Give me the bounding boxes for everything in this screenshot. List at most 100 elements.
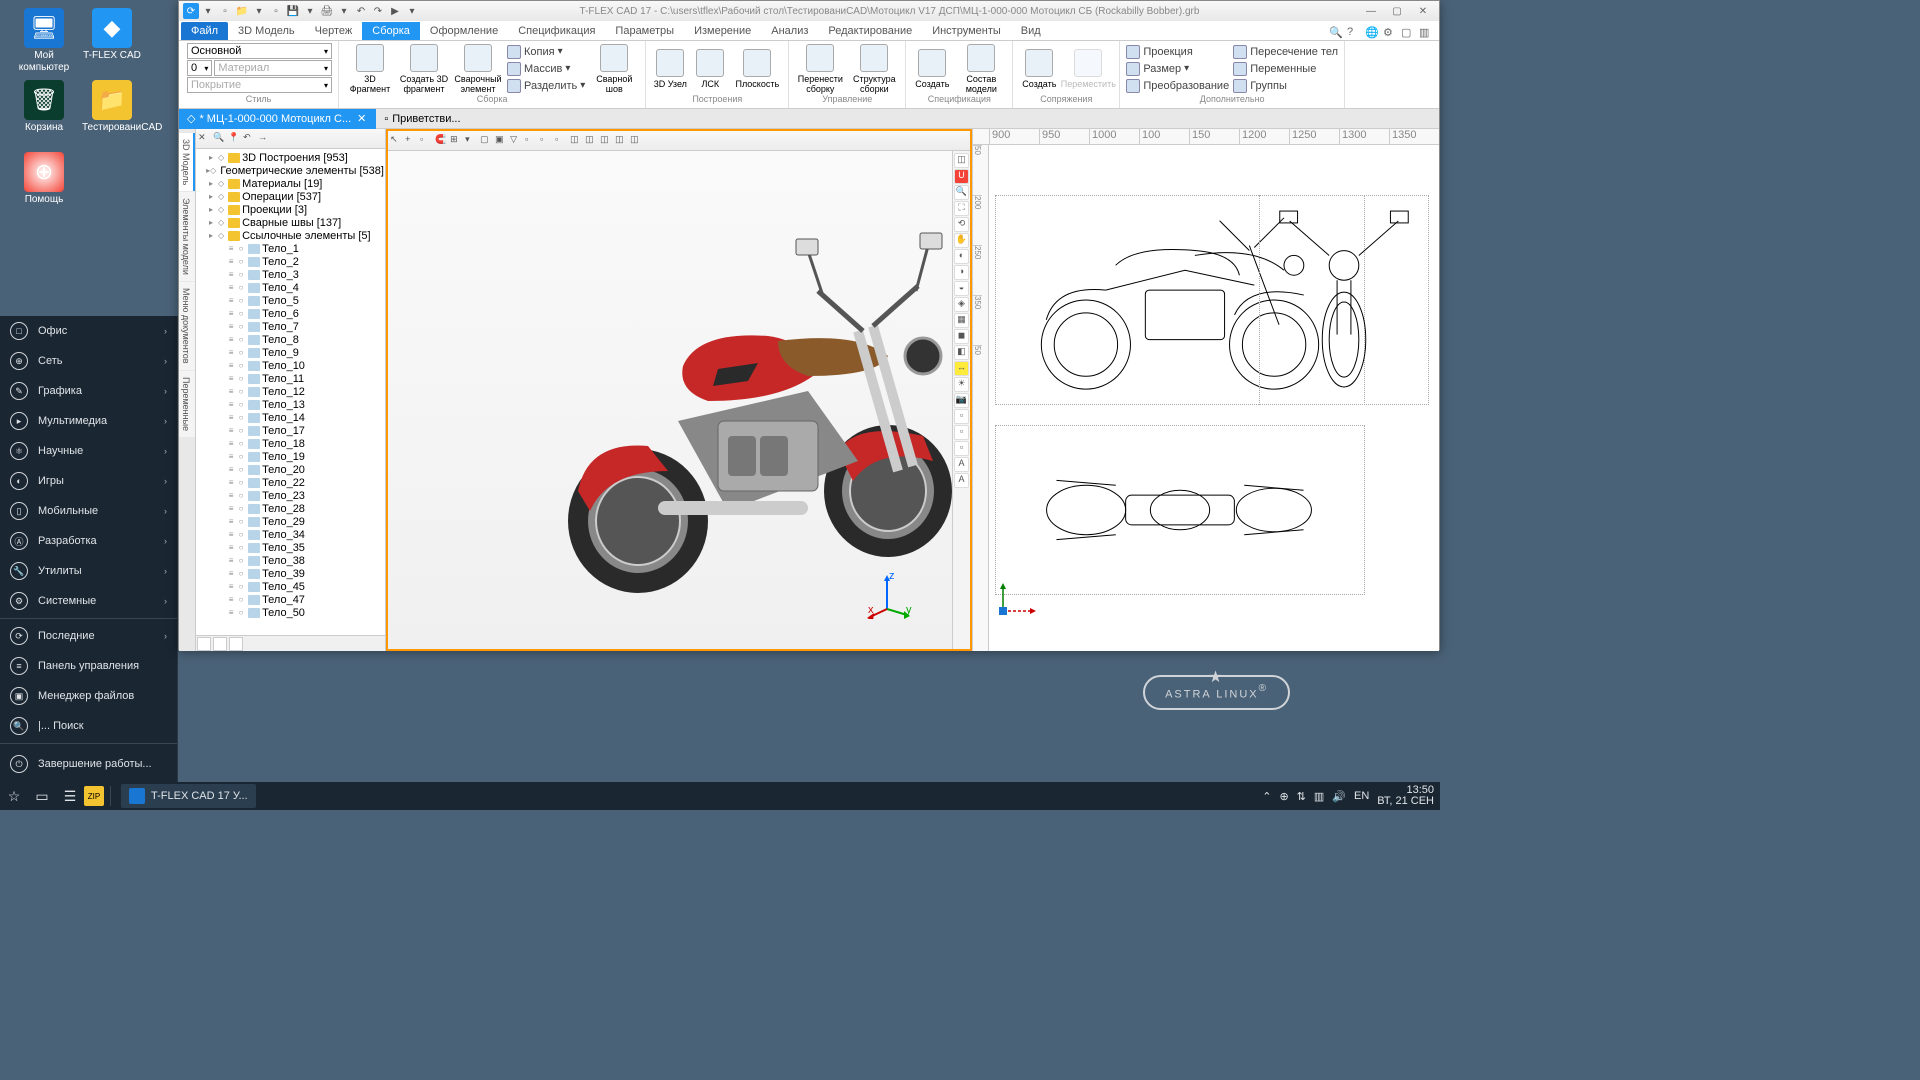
qat-run[interactable]: ▶ <box>387 3 403 19</box>
desktop-trash[interactable]: 🗑 Корзина <box>14 80 74 134</box>
tree-body-item[interactable]: ≡○Тело_4 <box>198 281 383 294</box>
desktop-my-computer[interactable]: 🖥 Мой компьютер <box>14 8 74 74</box>
vtool-y[interactable]: ◑ <box>954 265 969 280</box>
tab-editing[interactable]: Редактирование <box>818 22 922 40</box>
2d-viewport[interactable]: 90095010001001501200125013001350 5020025… <box>972 129 1439 651</box>
tab-analysis[interactable]: Анализ <box>761 22 818 40</box>
vt-cube5[interactable]: ◫ <box>630 134 644 148</box>
btn-array[interactable]: Массив ▾ <box>507 61 585 77</box>
tree-body-item[interactable]: ≡○Тело_39 <box>198 567 383 580</box>
tree-folder[interactable]: ▸◇Геометрические элементы [538] <box>198 164 383 177</box>
tree-body-item[interactable]: ≡○Тело_11 <box>198 372 383 385</box>
btn-mate-create[interactable]: Создать <box>1019 49 1059 89</box>
tray-network-icon[interactable]: ⊕ <box>1279 790 1288 803</box>
qat-more[interactable]: ▾ <box>404 3 420 19</box>
start-mobile[interactable]: ▯Мобильные› <box>0 496 177 526</box>
vtool-cube[interactable]: ◫ <box>954 153 969 168</box>
vt-cube3[interactable]: ◫ <box>600 134 614 148</box>
gear-icon[interactable]: ⚙ <box>1383 26 1397 40</box>
tree-folder[interactable]: ▸◇Материалы [19] <box>198 177 383 190</box>
qat-print-dd[interactable]: ▾ <box>336 3 352 19</box>
tree-body-item[interactable]: ≡○Тело_9 <box>198 346 383 359</box>
style-zero[interactable]: 0▾ <box>187 60 212 76</box>
style-main-dropdown[interactable]: Основной▾ <box>187 43 332 59</box>
3d-canvas[interactable]: z y x <box>388 151 952 649</box>
vt-magnet[interactable]: 🧲 <box>435 134 449 148</box>
btn-unload[interactable]: Разделить ▾ <box>507 78 585 94</box>
tab-view[interactable]: Вид <box>1011 22 1051 40</box>
tray-usb-icon[interactable]: ⇅ <box>1297 790 1306 803</box>
vtool-pan[interactable]: ✋ <box>954 233 969 248</box>
tree-body-item[interactable]: ≡○Тело_2 <box>198 255 383 268</box>
tree-tab2[interactable] <box>213 637 227 651</box>
tree-body-item[interactable]: ≡○Тело_50 <box>198 606 383 619</box>
btn-plane[interactable]: Плоскость <box>732 49 782 89</box>
tab-design[interactable]: Оформление <box>420 22 508 40</box>
vtool-a3[interactable]: ▫ <box>954 441 969 456</box>
desktop-tflex[interactable]: ◆ T-FLEX CAD <box>82 8 142 62</box>
taskbar-zip[interactable]: ZIP <box>84 786 104 806</box>
vtab-docmenu[interactable]: Меню документов <box>179 282 195 370</box>
start-office[interactable]: □Офис› <box>0 316 177 346</box>
desktop-help[interactable]: ⊕ Помощь <box>14 152 74 206</box>
desktop-folder[interactable]: 📁 ТестированиCAD <box>82 80 142 134</box>
start-utilities[interactable]: 🔧Утилиты› <box>0 556 177 586</box>
btn-projection[interactable]: Проекция <box>1126 44 1229 60</box>
vt-more3[interactable]: ▫ <box>555 134 569 148</box>
vtool-rotate[interactable]: ⟲ <box>954 217 969 232</box>
vtab-3d-model[interactable]: 3D Модель <box>179 133 195 191</box>
btn-lcs[interactable]: ЛСК <box>692 49 728 89</box>
vt-grid[interactable]: ⊞ <box>450 134 464 148</box>
vtool-a2[interactable]: ▫ <box>954 425 969 440</box>
btn-3d-fragment[interactable]: 3D Фрагмент <box>345 44 395 94</box>
tab-measure[interactable]: Измерение <box>684 22 761 40</box>
btn-groups[interactable]: Группы <box>1233 78 1338 94</box>
vtool-measure[interactable]: ↔ <box>954 361 969 376</box>
tree-body-item[interactable]: ≡○Тело_10 <box>198 359 383 372</box>
vt-sel2[interactable]: ▣ <box>495 134 509 148</box>
drawing-view-front[interactable] <box>1259 195 1429 405</box>
tree-undo-icon[interactable]: ↶ <box>243 132 257 146</box>
minimize-button[interactable]: — <box>1359 3 1383 19</box>
close-button[interactable]: ✕ <box>1411 3 1435 19</box>
tree-body-item[interactable]: ≡○Тело_17 <box>198 424 383 437</box>
vt-more2[interactable]: ▫ <box>540 134 554 148</box>
start-file-manager[interactable]: ▣Менеджер файлов <box>0 681 177 711</box>
qat-redo[interactable]: ↷ <box>370 3 386 19</box>
vtool-zoom[interactable]: 🔍 <box>954 185 969 200</box>
vt-plus[interactable]: + <box>405 134 419 148</box>
vtab-elements[interactable]: Элементы модели <box>179 192 195 281</box>
vtool-camera[interactable]: 📷 <box>954 393 969 408</box>
taskbar-app-tflex[interactable]: T-FLEX CAD 17 У... <box>121 784 256 808</box>
window-icon[interactable]: ▢ <box>1401 26 1415 40</box>
taskbar-desktop[interactable]: ▭ <box>28 782 56 810</box>
start-recent[interactable]: ⟳Последние› <box>0 621 177 651</box>
close-tab-button[interactable]: ✕ <box>355 112 368 125</box>
start-games[interactable]: ◐Игры› <box>0 466 177 496</box>
vtool-a1[interactable]: ▫ <box>954 409 969 424</box>
2d-canvas[interactable] <box>989 145 1439 651</box>
tree-body-item[interactable]: ≡○Тело_1 <box>198 242 383 255</box>
btn-create-3d-fragment[interactable]: Создать 3D фрагмент <box>399 44 449 94</box>
start-network[interactable]: ⊕Сеть› <box>0 346 177 376</box>
tree-body-item[interactable]: ≡○Тело_7 <box>198 320 383 333</box>
tab-drawing[interactable]: Чертеж <box>305 22 363 40</box>
start-shutdown[interactable]: ⏻Завершение работы... <box>0 746 177 782</box>
btn-intersection[interactable]: Пересечение тел <box>1233 44 1338 60</box>
qat-save-dd[interactable]: ▾ <box>302 3 318 19</box>
tab-file[interactable]: Файл <box>181 22 228 40</box>
style-material-dropdown[interactable]: Материал▾ <box>214 60 332 76</box>
tree-body-item[interactable]: ≡○Тело_22 <box>198 476 383 489</box>
tree-body-item[interactable]: ≡○Тело_45 <box>198 580 383 593</box>
tray-clipboard-icon[interactable]: ▥ <box>1314 790 1324 803</box>
help-icon[interactable]: ? <box>1347 26 1361 40</box>
vtool-text-a[interactable]: A <box>954 457 969 472</box>
btn-assembly-structure[interactable]: Структура сборки <box>849 44 899 94</box>
start-system[interactable]: ⚙Системные› <box>0 586 177 616</box>
vtool-text-a2[interactable]: A <box>954 473 969 488</box>
vtool-x[interactable]: ◐ <box>954 249 969 264</box>
tray-language[interactable]: EN <box>1354 790 1369 802</box>
tree-folder[interactable]: ▸◇Операции [537] <box>198 190 383 203</box>
tree-body-item[interactable]: ≡○Тело_28 <box>198 502 383 515</box>
btn-model-composition[interactable]: Состав модели <box>956 44 1006 94</box>
